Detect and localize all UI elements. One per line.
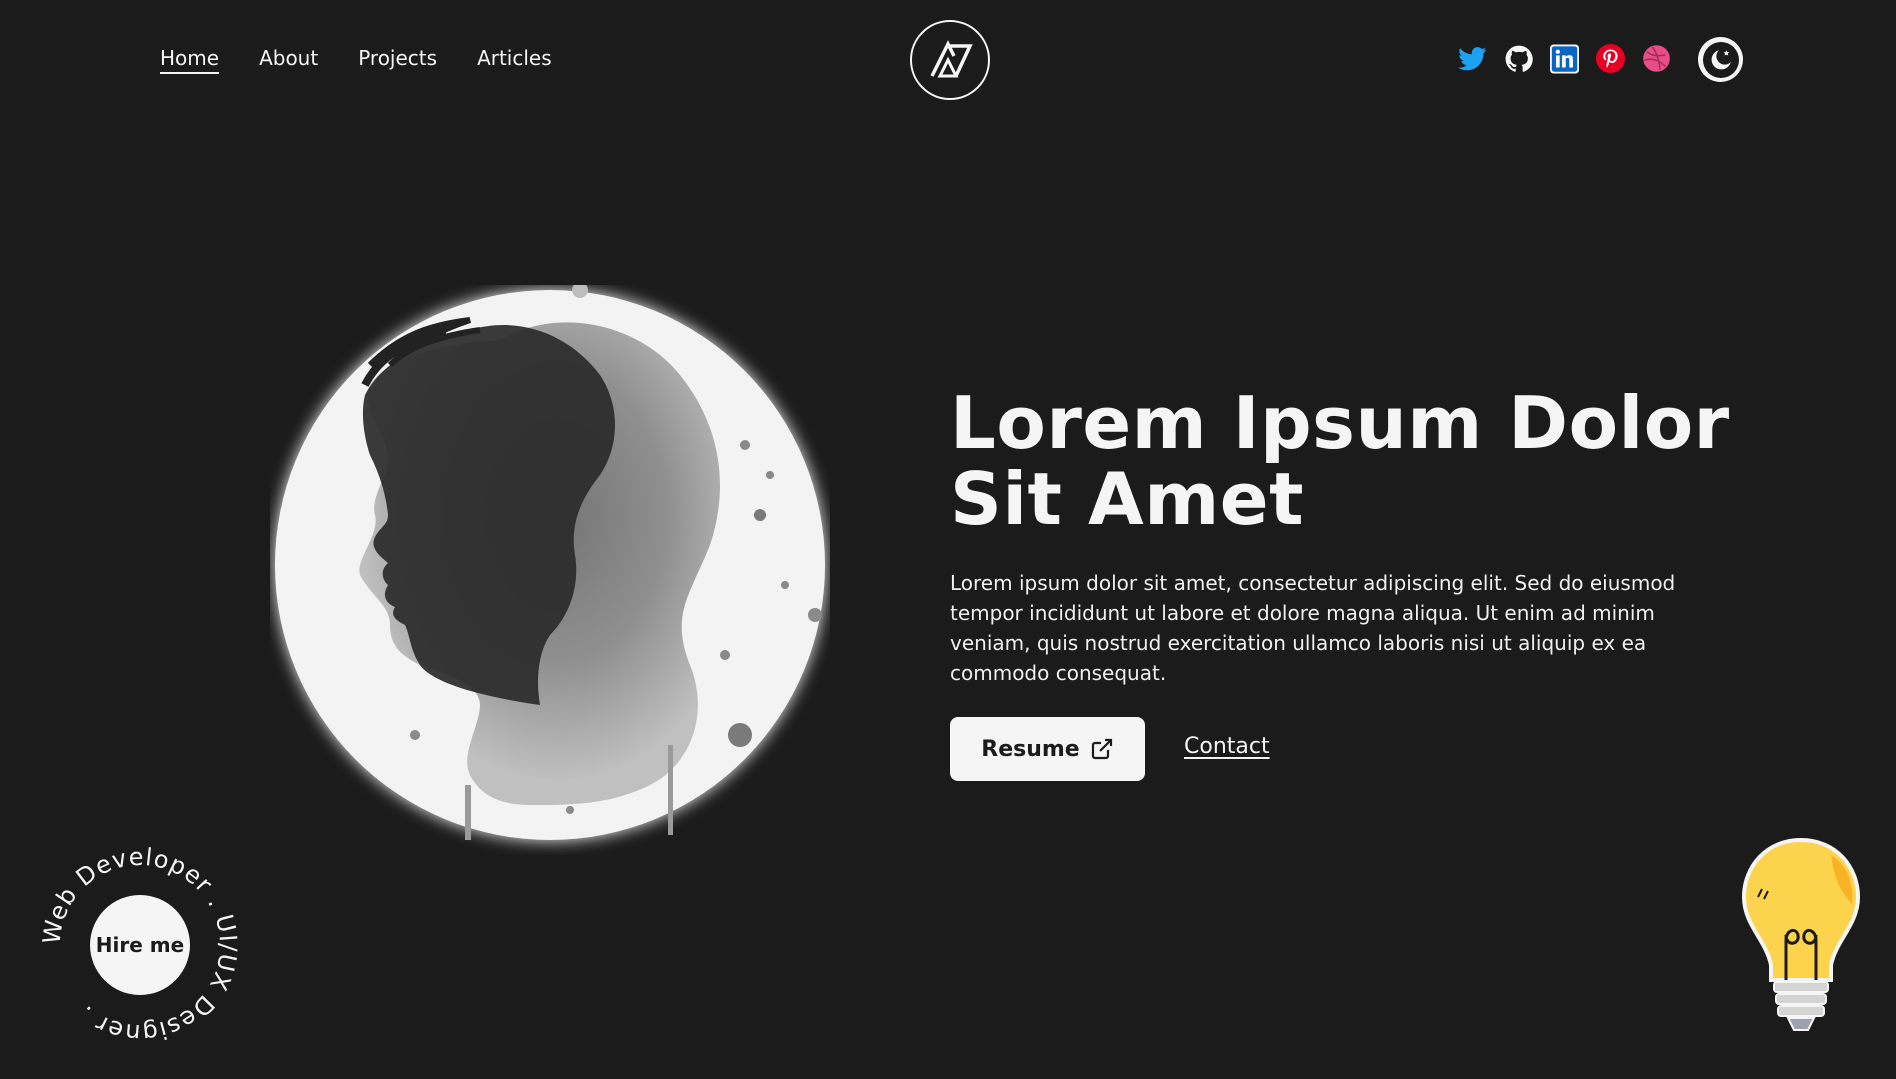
twitter-icon[interactable] bbox=[1458, 44, 1487, 73]
social-links bbox=[1458, 44, 1671, 73]
profile-illustration bbox=[270, 282, 830, 855]
theme-toggle-button[interactable] bbox=[1698, 37, 1743, 82]
logo-mark-icon bbox=[930, 40, 973, 78]
linkedin-icon[interactable] bbox=[1550, 44, 1579, 73]
hire-me-button[interactable]: Hire me bbox=[90, 895, 190, 995]
hero-description: Lorem ipsum dolor sit amet, consectetur … bbox=[950, 571, 1676, 685]
external-link-icon bbox=[1091, 738, 1112, 760]
site-logo[interactable] bbox=[910, 20, 990, 100]
main-nav: Home About Projects Articles bbox=[160, 46, 552, 74]
hire-me-label: Hire me bbox=[95, 933, 185, 957]
hero-title: Lorem Ipsum Dolor Sit Amet bbox=[950, 385, 1740, 537]
moon-icon bbox=[1702, 41, 1739, 78]
nav-articles[interactable]: Articles bbox=[477, 46, 552, 74]
resume-button-label: Resume bbox=[981, 736, 1080, 762]
contact-link[interactable]: Contact bbox=[1184, 734, 1270, 759]
hero-title-line2: Sit Amet bbox=[950, 457, 1305, 541]
nav-home[interactable]: Home bbox=[160, 46, 220, 74]
dribbble-icon[interactable] bbox=[1642, 44, 1671, 73]
hire-me-badge: Web Developer . UI/UX Designer . Hire me bbox=[37, 843, 241, 1048]
lightbulb-icon bbox=[1736, 835, 1866, 1050]
pinterest-icon[interactable] bbox=[1596, 44, 1625, 73]
hero-title-line1: Lorem Ipsum Dolor bbox=[950, 381, 1730, 465]
nav-projects[interactable]: Projects bbox=[358, 46, 437, 74]
resume-button[interactable]: Resume bbox=[950, 717, 1145, 781]
github-icon[interactable] bbox=[1504, 44, 1533, 73]
nav-about[interactable]: About bbox=[259, 46, 318, 74]
